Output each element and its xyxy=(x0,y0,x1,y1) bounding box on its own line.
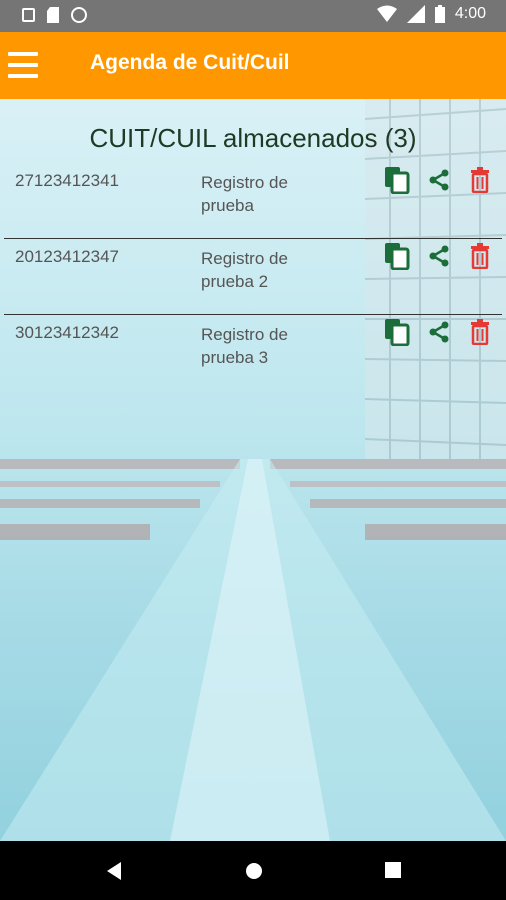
record-description: Registro de prueba 2 xyxy=(201,249,288,291)
sd-card-icon xyxy=(47,7,59,23)
page-heading: CUIT/CUIL almacenados (3) xyxy=(89,123,417,153)
back-icon[interactable] xyxy=(105,861,123,881)
recents-icon[interactable] xyxy=(384,861,402,879)
copy-icon[interactable] xyxy=(382,165,412,195)
circle-icon xyxy=(71,7,87,23)
battery-icon xyxy=(434,5,445,23)
copy-icon[interactable] xyxy=(382,317,412,347)
signal-icon xyxy=(406,5,425,23)
cuit-number: 27123412341 xyxy=(15,171,120,190)
copy-icon[interactable] xyxy=(382,241,412,271)
status-time: 4:00 xyxy=(454,5,486,22)
record-description: Registro de prueba xyxy=(201,173,288,215)
status-left-icons xyxy=(22,7,87,23)
share-icon[interactable] xyxy=(424,241,454,271)
delete-icon[interactable] xyxy=(465,317,495,347)
delete-icon[interactable] xyxy=(465,241,495,271)
app-bar: Agenda de Cuit/Cuil xyxy=(0,32,506,99)
home-icon[interactable] xyxy=(244,861,264,881)
content-area: CUIT/CUIL almacenados (3) 27123412341 Re… xyxy=(0,99,506,841)
cuit-number: 20123412347 xyxy=(15,247,120,266)
status-right-icons: 4:00 xyxy=(376,5,486,23)
share-icon[interactable] xyxy=(424,165,454,195)
wifi-icon xyxy=(376,5,397,22)
record-description: Registro de prueba 3 xyxy=(201,325,288,367)
navigation-bar xyxy=(0,841,506,900)
menu-icon[interactable] xyxy=(8,52,38,78)
a-icon xyxy=(22,8,35,22)
list-item: 27123412341 Registro de prueba xyxy=(4,163,502,239)
status-bar: 4:00 xyxy=(0,0,506,32)
list-item: 20123412347 Registro de prueba 2 xyxy=(4,239,502,315)
cuit-number: 30123412342 xyxy=(15,323,120,342)
delete-icon[interactable] xyxy=(465,165,495,195)
app-title: Agenda de Cuit/Cuil xyxy=(90,51,290,74)
share-icon[interactable] xyxy=(424,317,454,347)
list-item: 30123412342 Registro de prueba 3 xyxy=(4,315,502,385)
